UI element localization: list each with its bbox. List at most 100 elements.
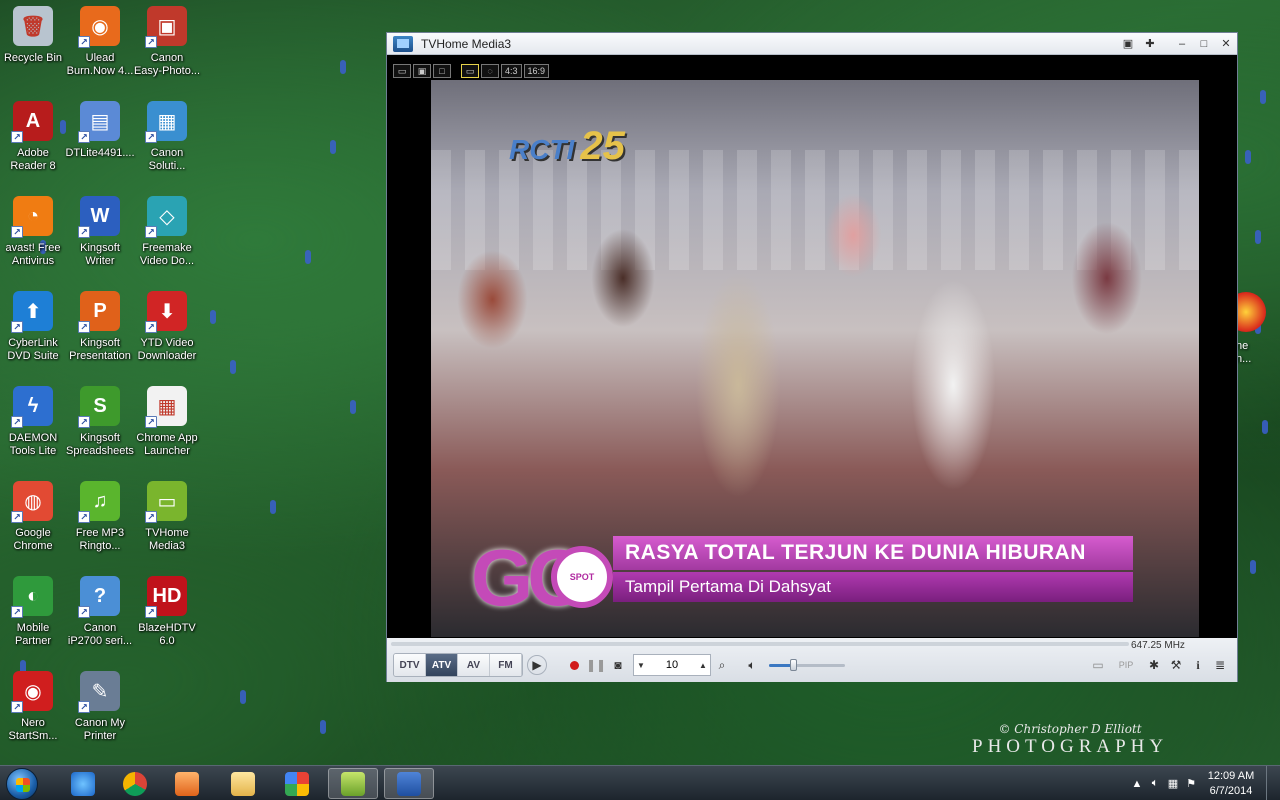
desktop-icon-ytd-video-downloader[interactable]: ⬇ ↗ YTD Video Downloader bbox=[134, 291, 200, 379]
desktop-icon-chrome-app-launcher[interactable]: ▦ ↗ Chrome App Launcher bbox=[134, 386, 200, 474]
desktop-icon-label: DAEMON Tools Lite bbox=[8, 432, 58, 457]
wallpaper-flower bbox=[230, 360, 236, 374]
play-icon[interactable]: ▶ bbox=[527, 655, 547, 675]
desktop-icon-canon-my-printer[interactable]: ✎ ↗ Canon My Printer bbox=[67, 671, 133, 759]
taskbar-app-launcher[interactable] bbox=[272, 768, 322, 799]
shortcut-arrow-icon: ↗ bbox=[11, 321, 23, 333]
desktop-icon-google-chrome[interactable]: ◍ ↗ Google Chrome bbox=[0, 481, 66, 569]
source-mode-group: DTV ATV AV FM bbox=[393, 653, 523, 677]
desktop-icon-nero-startsmart[interactable]: ◉ ↗ Nero StartSm... bbox=[0, 671, 66, 759]
canon-solution-icon: ▦ ↗ bbox=[145, 101, 187, 143]
aspect-button-4-3[interactable]: 4:3 bbox=[501, 64, 522, 78]
show-hidden-icons[interactable]: ▲ bbox=[1128, 766, 1146, 800]
channel-search-icon[interactable]: ⌕ bbox=[711, 654, 733, 676]
desktop-icon-kingsoft-writer[interactable]: W ↗ Kingsoft Writer bbox=[67, 196, 133, 284]
shortcut-arrow-icon: ↗ bbox=[78, 511, 90, 523]
tools-wrench-icon[interactable]: ⚒ bbox=[1165, 654, 1187, 676]
show-desktop-button[interactable] bbox=[1266, 766, 1280, 800]
desktop-icon-freemake-video[interactable]: ◇ ↗ Freemake Video Do... bbox=[134, 196, 200, 284]
aspect-button-fit[interactable]: ▣ bbox=[413, 64, 431, 78]
taskbar-explorer[interactable] bbox=[218, 768, 268, 799]
shortcut-arrow-icon: ↗ bbox=[78, 416, 90, 428]
aspect-separator bbox=[453, 64, 459, 78]
desktop-icon-tvhome-media3[interactable]: ▭ ↗ TVHome Media3 bbox=[134, 481, 200, 569]
mode-button-dtv[interactable]: DTV bbox=[394, 654, 426, 676]
desktop-icon-mobile-partner[interactable]: ◐ ↗ Mobile Partner bbox=[0, 576, 66, 664]
aspect-button-auto[interactable]: ◌ bbox=[481, 64, 499, 78]
desktop-icon-adobe-reader[interactable]: A ↗ Adobe Reader 8 bbox=[0, 101, 66, 189]
desktop-icon-ulead-burn-now[interactable]: ◉ ↗ Ulead Burn.Now 4... bbox=[67, 6, 133, 94]
aspect-button-16-9[interactable]: 16:9 bbox=[523, 64, 550, 78]
desktop-icon-label: Nero StartSm... bbox=[8, 717, 58, 742]
wallpaper-flower bbox=[1260, 90, 1266, 104]
desktop-icon-avast-antivirus[interactable]: ◔ ↗ avast! Free Antivirus bbox=[0, 196, 66, 284]
volume-icon[interactable]: 🔈︎ bbox=[741, 654, 763, 676]
desktop-icon-canon-ip2700[interactable]: ? ↗ Canon iP2700 seri... bbox=[67, 576, 133, 664]
minimize-button[interactable]: – bbox=[1171, 34, 1193, 54]
pin-icon[interactable]: ✚ bbox=[1139, 34, 1161, 54]
clock[interactable]: 12:09 AM 6/7/2014 bbox=[1200, 769, 1262, 799]
pause-button[interactable]: ❚❚ bbox=[585, 654, 607, 676]
close-button[interactable]: ✕ bbox=[1215, 34, 1237, 54]
shortcut-arrow-icon: ↗ bbox=[11, 606, 23, 618]
wallpaper-flower bbox=[1245, 150, 1251, 164]
channel-stepper: ▼ ▲ bbox=[633, 654, 711, 676]
settings-gear-icon[interactable]: ✱ bbox=[1143, 654, 1165, 676]
cyberlink-dvd-icon: ⬆ ↗ bbox=[11, 291, 53, 333]
desktop-icon-cyberlink-dvd[interactable]: ⬆ ↗ CyberLink DVD Suite bbox=[0, 291, 66, 379]
channel-up-button[interactable]: ▲ bbox=[696, 661, 710, 670]
desktop-icon-kingsoft-spreadsheets[interactable]: S ↗ Kingsoft Spreadsheets bbox=[66, 386, 134, 474]
desktop-icon-canon-easy-photo[interactable]: ▣ ↗ Canon Easy-Photo... bbox=[134, 6, 200, 94]
desktop-icon-free-mp3-ringtone[interactable]: ♫ ↗ Free MP3 Ringto... bbox=[67, 481, 133, 569]
monitor-icon[interactable]: ▭ bbox=[1087, 654, 1109, 676]
taskbar-ie[interactable] bbox=[58, 768, 108, 799]
desktop-icon-daemon-tools[interactable]: ϟ ↗ DAEMON Tools Lite bbox=[0, 386, 66, 474]
shortcut-arrow-icon: ↗ bbox=[145, 131, 157, 143]
system-tray: ▲ 🔈︎ ▦ ⚑ 12:09 AM 6/7/2014 bbox=[1128, 766, 1280, 800]
maximize-button[interactable]: □ bbox=[1193, 34, 1215, 54]
skin-icon[interactable]: ▣ bbox=[1117, 34, 1139, 54]
shortcut-arrow-icon: ↗ bbox=[145, 416, 157, 428]
volume-slider[interactable] bbox=[769, 658, 845, 671]
desktop-icon-recycle-bin[interactable]: 🗑︎ Recycle Bin bbox=[0, 6, 66, 94]
window-titlebar[interactable]: TVHome Media3 ▣ ✚ – □ ✕ bbox=[387, 33, 1237, 55]
aspect-button-restore[interactable]: ▭ bbox=[393, 64, 411, 78]
tvhome-window: TVHome Media3 ▣ ✚ – □ ✕ ▭ ▣ □ ▭ ◌ 4:3 16… bbox=[386, 32, 1238, 682]
wallpaper-flower bbox=[350, 400, 356, 414]
taskbar-tvhome[interactable] bbox=[328, 768, 378, 799]
mode-button-av[interactable]: AV bbox=[458, 654, 490, 676]
taskbar-word[interactable] bbox=[384, 768, 434, 799]
desktop-icon-label: Freemake Video Do... bbox=[139, 242, 195, 267]
channel-input[interactable] bbox=[648, 656, 696, 674]
volume-tray-icon[interactable]: 🔈︎ bbox=[1146, 766, 1164, 800]
record-button[interactable] bbox=[563, 654, 585, 676]
signal-bar[interactable] bbox=[391, 642, 1129, 646]
aspect-button-window[interactable]: □ bbox=[433, 64, 451, 78]
start-button[interactable] bbox=[6, 768, 38, 800]
action-center-flag-icon[interactable]: ⚑ bbox=[1182, 766, 1200, 800]
volume-thumb[interactable] bbox=[790, 658, 798, 671]
desktop-icon-kingsoft-presentation[interactable]: P ↗ Kingsoft Presentation bbox=[67, 291, 133, 379]
video-area[interactable]: ▭ ▣ □ ▭ ◌ 4:3 16:9 RCTI 25 GO SPOT RASYA … bbox=[387, 56, 1237, 638]
desktop-icon-label: Kingsoft Presentation bbox=[69, 337, 131, 362]
channel-down-button[interactable]: ▼ bbox=[634, 661, 648, 670]
taskbar-media-player[interactable] bbox=[162, 768, 212, 799]
blazehdtv-icon: HD ↗ bbox=[145, 576, 187, 618]
wallpaper-flower bbox=[270, 500, 276, 514]
clock-time: 12:09 AM bbox=[1207, 769, 1255, 782]
desktop-icon-blazehdtv[interactable]: HD ↗ BlazeHDTV 6.0 bbox=[134, 576, 200, 664]
snapshot-camera-icon[interactable]: ◙ bbox=[607, 654, 629, 676]
nero-startsmart-icon: ◉ ↗ bbox=[11, 671, 53, 713]
mode-button-fm[interactable]: FM bbox=[490, 654, 522, 676]
pip-button[interactable]: PIP bbox=[1109, 654, 1143, 676]
guide-list-icon[interactable]: ≣ bbox=[1209, 654, 1231, 676]
taskbar-chrome[interactable] bbox=[110, 768, 160, 799]
wallpaper-flower bbox=[240, 690, 246, 704]
desktop-icon-dtlite[interactable]: ▤ ↗ DTLite4491.... bbox=[65, 101, 135, 189]
aspect-button-full[interactable]: ▭ bbox=[461, 64, 479, 78]
info-icon[interactable]: i bbox=[1187, 654, 1209, 676]
network-icon[interactable]: ▦ bbox=[1164, 766, 1182, 800]
desktop-icon-canon-solution[interactable]: ▦ ↗ Canon Soluti... bbox=[134, 101, 200, 189]
photo-watermark: © Christopher D Elliott PHOTOGRAPHY bbox=[972, 722, 1168, 758]
mode-button-atv[interactable]: ATV bbox=[426, 654, 458, 676]
